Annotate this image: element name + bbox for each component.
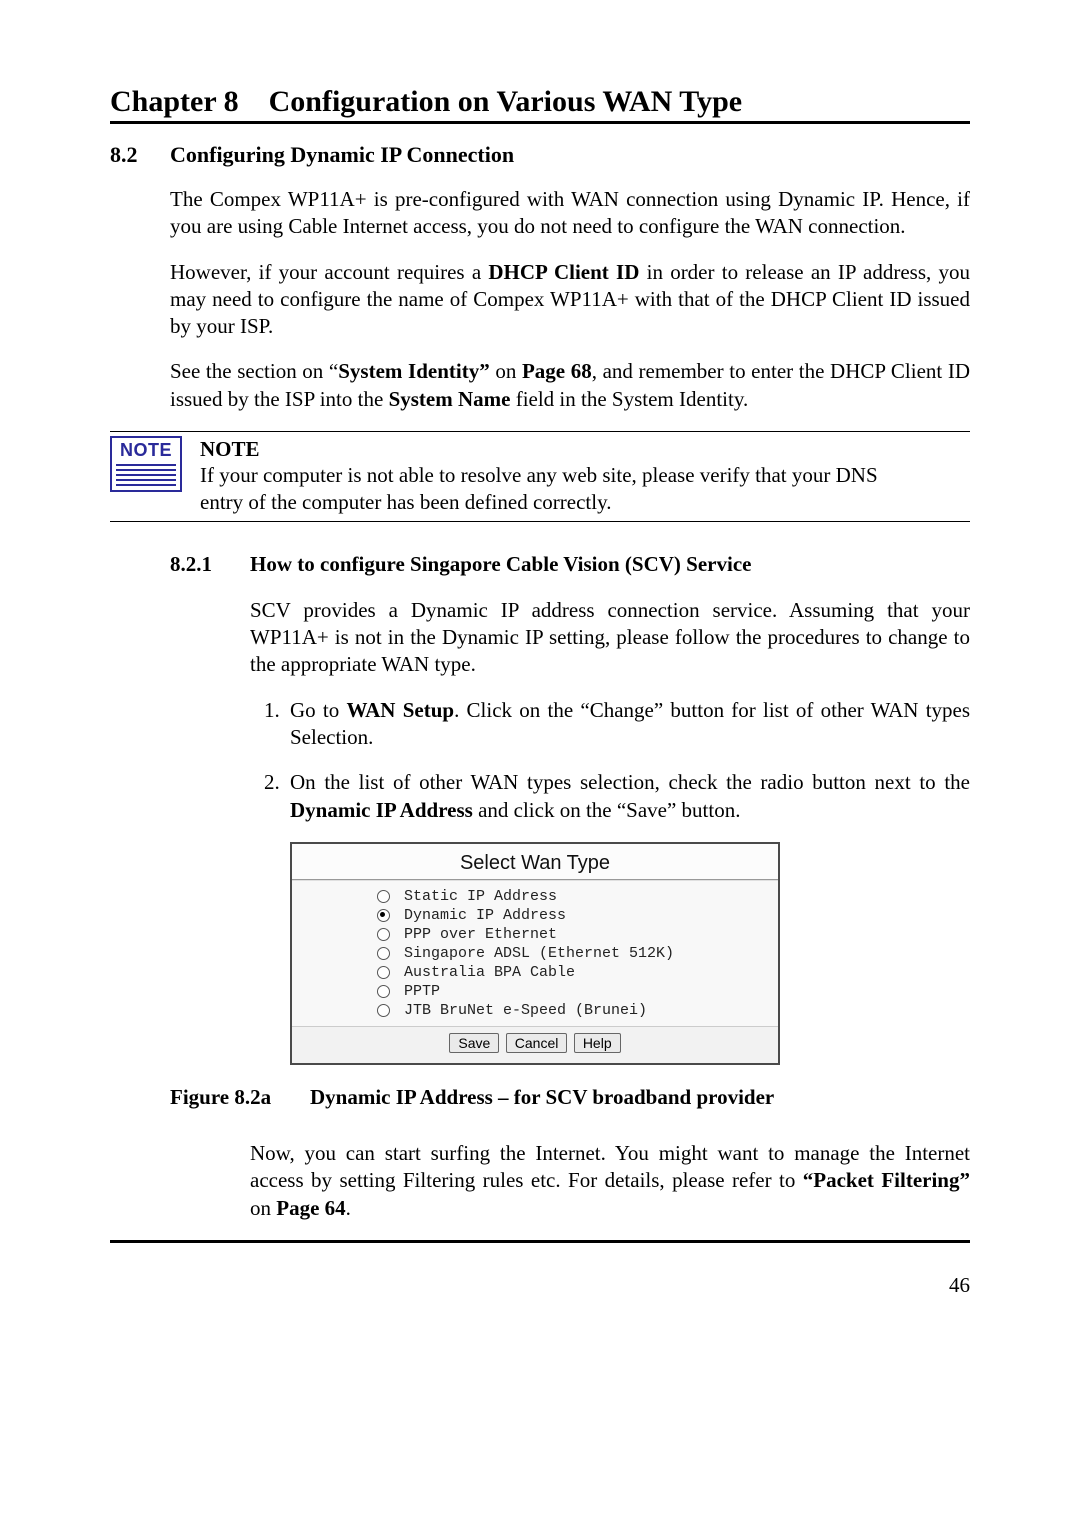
subsection-title: How to configure Singapore Cable Vision … bbox=[250, 552, 751, 576]
radio-icon[interactable] bbox=[377, 947, 390, 960]
radio-icon[interactable] bbox=[377, 985, 390, 998]
chapter-rule bbox=[110, 121, 970, 124]
steps-list: Go to WAN Setup. Click on the “Change” b… bbox=[110, 697, 970, 824]
section-paragraph-1: The Compex WP11A+ is pre-configured with… bbox=[110, 186, 970, 241]
figure-wrap: Select Wan Type Static IP Address Dynamic… bbox=[290, 842, 970, 1065]
wan-type-option[interactable]: Static IP Address bbox=[292, 887, 778, 906]
subsection-post-paragraph: Now, you can start surfing the Internet.… bbox=[110, 1140, 970, 1222]
section-title: Configuring Dynamic IP Connection bbox=[170, 142, 514, 167]
subsection-paragraph-1: SCV provides a Dynamic IP address connec… bbox=[110, 597, 970, 679]
wan-type-option[interactable]: JTB BruNet e-Speed (Brunei) bbox=[292, 1001, 778, 1020]
wan-type-options: Static IP Address Dynamic IP Address PPP o… bbox=[292, 881, 778, 1026]
note-block: NOTE NOTE If your computer is not able t… bbox=[110, 431, 970, 522]
radio-icon[interactable] bbox=[377, 1004, 390, 1017]
note-icon-label: NOTE bbox=[116, 440, 176, 461]
note-heading: NOTE bbox=[200, 437, 260, 461]
wan-type-option-label: Singapore ADSL (Ethernet 512K) bbox=[404, 945, 674, 962]
figure-caption-text: Dynamic IP Address – for SCV broadband p… bbox=[310, 1085, 774, 1109]
subsection-heading: 8.2.1How to configure Singapore Cable Vi… bbox=[110, 552, 970, 577]
radio-icon[interactable] bbox=[377, 928, 390, 941]
wan-type-option-label: PPTP bbox=[404, 983, 440, 1000]
wan-type-option[interactable]: Dynamic IP Address bbox=[292, 906, 778, 925]
footer-rule bbox=[110, 1240, 970, 1243]
section-number: 8.2 bbox=[110, 142, 170, 168]
dialog-button-row: Save Cancel Help bbox=[292, 1026, 778, 1063]
wan-type-option[interactable]: Australia BPA Cable bbox=[292, 963, 778, 982]
figure-caption-number: Figure 8.2a bbox=[170, 1085, 310, 1110]
section-paragraph-3: See the section on “System Identity” on … bbox=[110, 358, 970, 413]
note-rule-bottom bbox=[110, 521, 970, 522]
dialog-title: Select Wan Type bbox=[292, 844, 778, 879]
radio-icon[interactable] bbox=[377, 909, 390, 922]
subsection-number: 8.2.1 bbox=[170, 552, 250, 577]
chapter-heading: Chapter 8 Configuration on Various WAN T… bbox=[110, 85, 970, 119]
save-button[interactable]: Save bbox=[449, 1033, 499, 1053]
step-2: On the list of other WAN types selection… bbox=[285, 769, 970, 824]
wan-type-option-label: Australia BPA Cable bbox=[404, 964, 575, 981]
radio-icon[interactable] bbox=[377, 890, 390, 903]
note-body: If your computer is not able to resolve … bbox=[200, 463, 878, 513]
chapter-title: Configuration on Various WAN Type bbox=[269, 85, 742, 118]
chapter-prefix: Chapter 8 bbox=[110, 85, 239, 118]
section-heading: 8.2Configuring Dynamic IP Connection bbox=[110, 142, 970, 168]
section-paragraph-2: However, if your account requires a DHCP… bbox=[110, 259, 970, 341]
figure-caption: Figure 8.2aDynamic IP Address – for SCV … bbox=[170, 1085, 970, 1110]
radio-icon[interactable] bbox=[377, 966, 390, 979]
wan-type-option-label: Dynamic IP Address bbox=[404, 907, 566, 924]
wan-type-option[interactable]: PPP over Ethernet bbox=[292, 925, 778, 944]
wan-type-option-label: PPP over Ethernet bbox=[404, 926, 557, 943]
note-icon: NOTE bbox=[110, 436, 182, 492]
wan-type-option-label: Static IP Address bbox=[404, 888, 557, 905]
note-icon-lines bbox=[116, 464, 176, 486]
note-text: NOTE If your computer is not able to res… bbox=[200, 436, 970, 515]
page-number: 46 bbox=[110, 1273, 970, 1298]
wan-type-option-label: JTB BruNet e-Speed (Brunei) bbox=[404, 1002, 647, 1019]
cancel-button[interactable]: Cancel bbox=[506, 1033, 568, 1053]
wan-type-option[interactable]: PPTP bbox=[292, 982, 778, 1001]
select-wan-type-dialog: Select Wan Type Static IP Address Dynamic… bbox=[290, 842, 780, 1065]
step-1: Go to WAN Setup. Click on the “Change” b… bbox=[285, 697, 970, 752]
help-button[interactable]: Help bbox=[574, 1033, 621, 1053]
wan-type-option[interactable]: Singapore ADSL (Ethernet 512K) bbox=[292, 944, 778, 963]
